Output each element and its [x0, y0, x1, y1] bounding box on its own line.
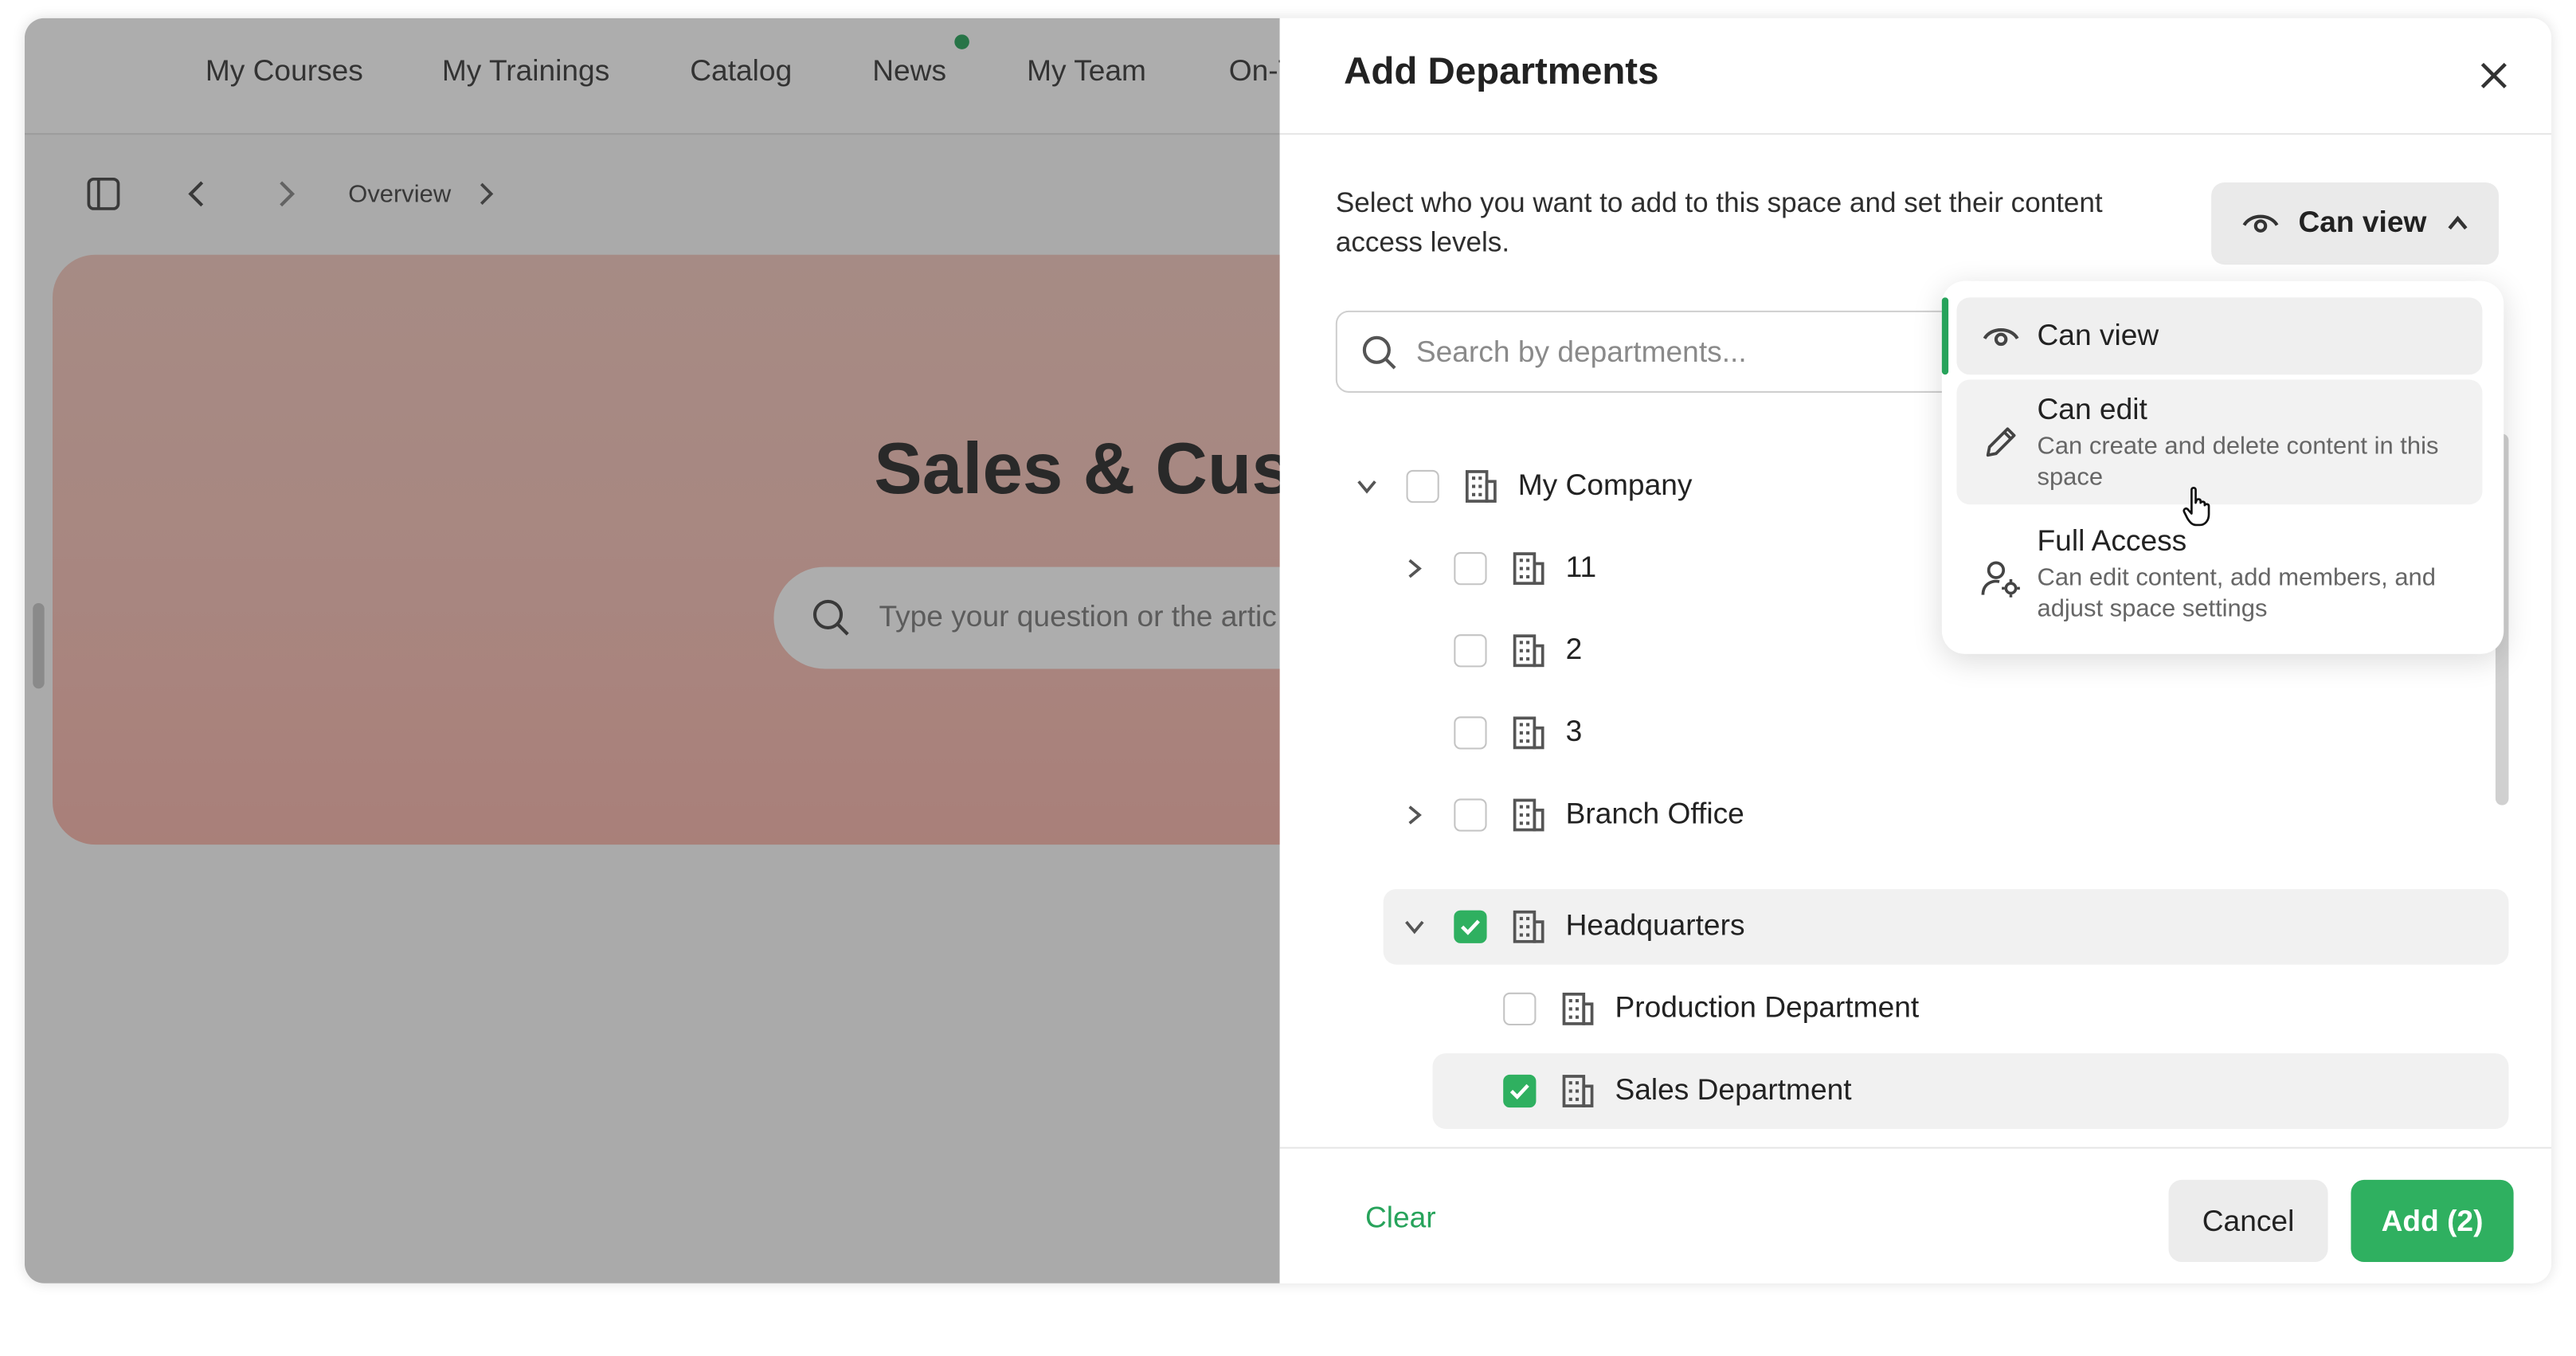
clear-button[interactable]: Clear — [1365, 1201, 1436, 1236]
chevron-down-icon[interactable] — [1352, 472, 1381, 501]
chevron-up-icon — [2448, 215, 2468, 230]
menu-item-can-edit[interactable]: Can edit Can create and delete content i… — [1956, 379, 2483, 505]
menu-item-title: Full Access — [2037, 523, 2187, 558]
tree-row-sales-department[interactable]: Sales Department — [1432, 1053, 2509, 1129]
chevron-right-icon[interactable] — [1400, 554, 1429, 583]
checkbox-checked[interactable] — [1454, 910, 1487, 943]
drawer-title: Add Departments — [1344, 49, 1659, 92]
search-icon — [1362, 335, 1396, 370]
drawer-header: Add Departments — [1279, 18, 2552, 135]
background-page: My Courses My Trainings Catalog News My … — [24, 18, 1365, 1283]
chevron-down-icon[interactable] — [1400, 912, 1429, 942]
checkbox-checked[interactable] — [1503, 1074, 1537, 1108]
access-level-button[interactable]: Can view — [2211, 182, 2500, 265]
checkbox[interactable] — [1454, 552, 1487, 586]
tree-row-production-department[interactable]: Production Department — [1433, 971, 2509, 1047]
tree-row-branch-office[interactable]: Branch Office — [1384, 778, 2469, 853]
checkbox[interactable] — [1503, 992, 1537, 1025]
checkbox[interactable] — [1454, 716, 1487, 750]
department-search-field[interactable] — [1335, 310, 1960, 393]
menu-item-title: Can view — [2037, 319, 2159, 352]
page-scrollbar[interactable] — [33, 602, 45, 689]
building-icon — [1562, 992, 1594, 1025]
menu-item-description: Can create and delete content in this sp… — [2037, 432, 2439, 492]
tree-row-headquarters[interactable]: Headquarters — [1383, 888, 2509, 965]
building-icon — [1465, 470, 1497, 503]
tree-row-label: Headquarters — [1565, 908, 1745, 942]
drawer-footer: Clear Cancel Add (2) — [1279, 1146, 2552, 1283]
eye-icon — [2242, 214, 2279, 233]
menu-item-can-view[interactable]: Can view — [1956, 297, 2483, 375]
building-icon — [1513, 634, 1544, 668]
tree-row-label: 2 — [1565, 633, 1583, 666]
menu-item-description: Can edit content, add members, and adjus… — [2037, 563, 2436, 623]
tree-row-label: My Company — [1517, 468, 1693, 502]
tree-row-label: 3 — [1565, 715, 1583, 748]
tree-row-label: 11 — [1565, 550, 1597, 584]
building-icon — [1513, 798, 1544, 832]
building-icon — [1513, 716, 1544, 750]
menu-accent-bar — [1941, 297, 1949, 375]
close-icon[interactable] — [2471, 53, 2517, 99]
app-window: My Courses My Trainings Catalog News My … — [24, 18, 2552, 1283]
building-icon — [1513, 552, 1544, 586]
building-icon — [1562, 1075, 1594, 1107]
chevron-right-icon[interactable] — [1400, 800, 1429, 829]
add-button[interactable]: Add (2) — [2351, 1179, 2514, 1262]
pencil-icon — [1986, 427, 2016, 457]
menu-item-full-access[interactable]: Full Access Can edit content, add member… — [1956, 511, 2482, 642]
drawer-description: Select who you want to add to this space… — [1335, 187, 2103, 258]
checkbox[interactable] — [1454, 634, 1487, 668]
tree-row-label: Production Department — [1615, 990, 1920, 1024]
access-level-menu: Can view Can edit Can create and delete … — [1941, 280, 2504, 654]
tree-row-3[interactable]: 3 — [1384, 695, 2469, 770]
menu-item-title: Can edit — [2037, 392, 2147, 426]
user-gear-icon — [1981, 561, 2020, 598]
checkmark-icon — [1461, 919, 1480, 935]
checkbox[interactable] — [1454, 798, 1487, 832]
tree-row-label: Sales Department — [1615, 1072, 1852, 1107]
eye-icon — [1983, 327, 2019, 347]
access-level-label: Can view — [2298, 205, 2427, 239]
modal-backdrop[interactable] — [24, 18, 1280, 1283]
building-icon — [1513, 910, 1544, 943]
search-input[interactable] — [1415, 331, 1942, 372]
hand-cursor-icon — [2183, 486, 2210, 527]
checkbox[interactable] — [1406, 469, 1439, 504]
tree-row-label: Branch Office — [1565, 797, 1744, 830]
cancel-button[interactable]: Cancel — [2168, 1179, 2328, 1262]
checkmark-icon — [1509, 1084, 1529, 1099]
